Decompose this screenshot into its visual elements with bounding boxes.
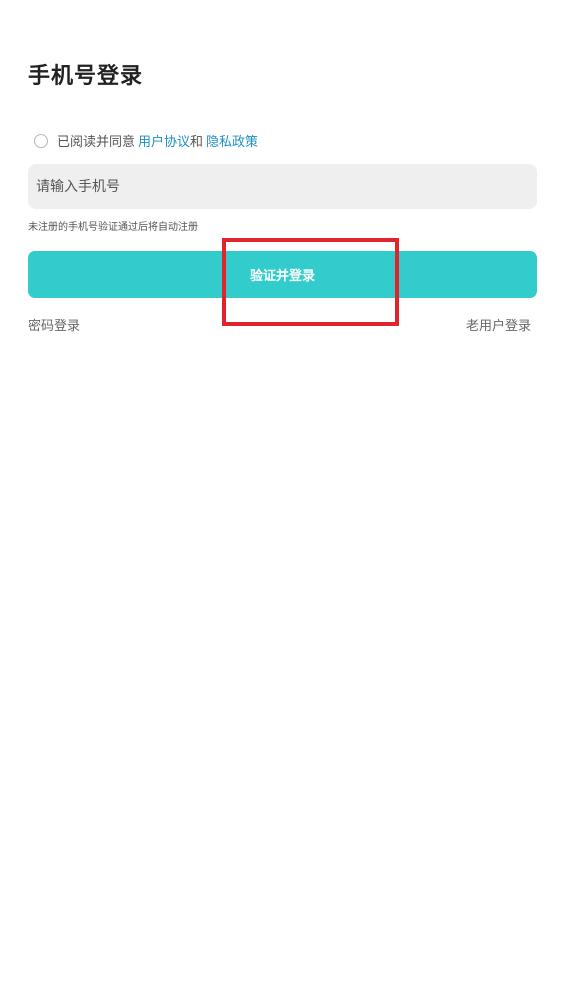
agreement-row: 已阅读并同意 用户协议 和 隐私政策: [34, 131, 258, 150]
agreement-and-text: 和: [190, 135, 204, 150]
verify-login-button[interactable]: 验证并登录: [28, 251, 537, 298]
user-agreement-link[interactable]: 用户协议: [138, 131, 190, 150]
old-user-login-link[interactable]: 老用户登录: [466, 315, 531, 334]
password-login-link[interactable]: 密码登录: [28, 315, 80, 334]
privacy-policy-link[interactable]: 隐私政策: [206, 131, 258, 150]
agreement-prefix-text: 已阅读并同意: [57, 135, 136, 150]
verify-login-label: 验证并登录: [249, 269, 315, 284]
phone-number-input[interactable]: [28, 164, 537, 209]
page-title: 手机号登录: [28, 64, 144, 89]
auto-register-hint: 未注册的手机号验证通过后将自动注册: [28, 222, 198, 233]
agreement-radio[interactable]: [34, 133, 48, 148]
